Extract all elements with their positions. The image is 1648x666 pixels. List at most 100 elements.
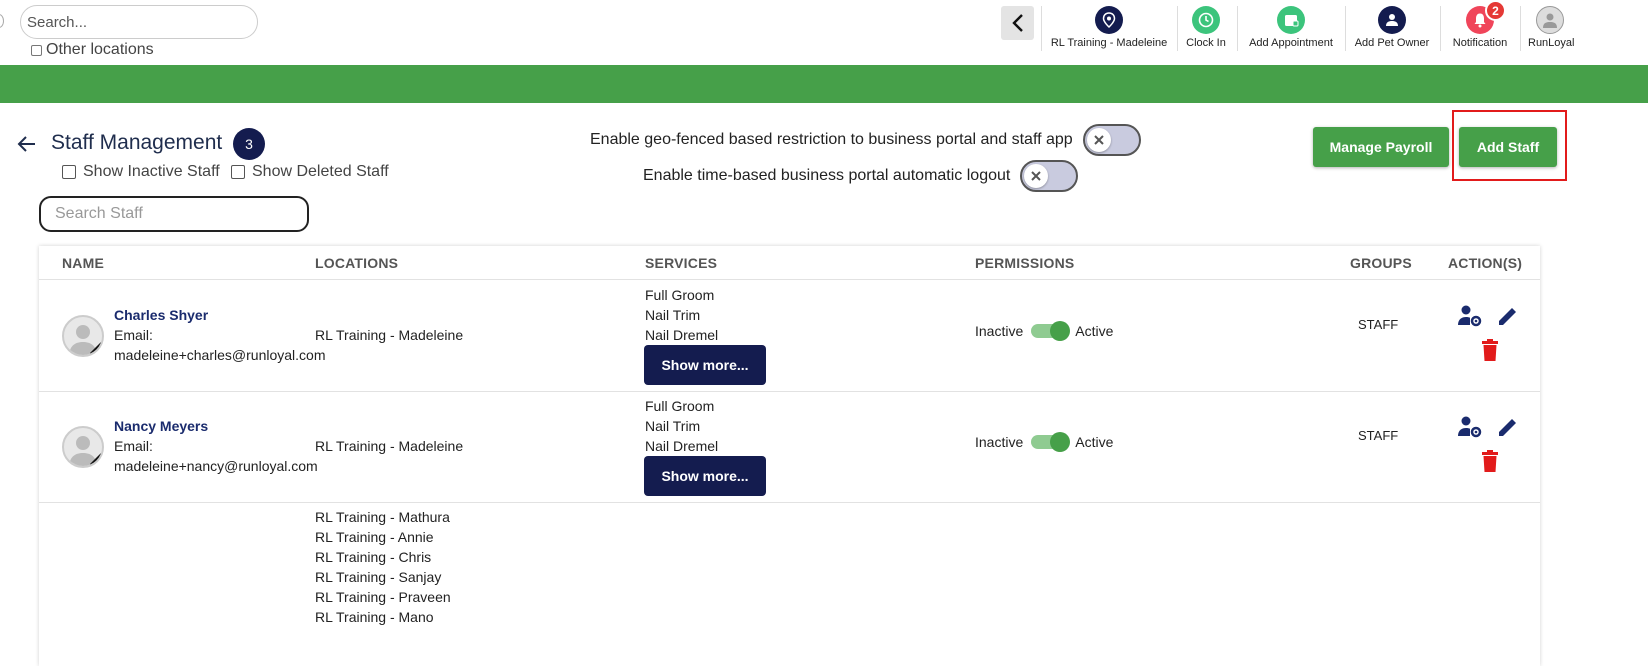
add-user-icon bbox=[1378, 6, 1406, 34]
active-toggle[interactable] bbox=[1031, 432, 1071, 452]
calendar-add-icon bbox=[1277, 6, 1305, 34]
nav-divider bbox=[1520, 6, 1521, 51]
row-divider bbox=[39, 391, 1540, 392]
show-more-button[interactable]: Show more... bbox=[644, 456, 766, 496]
col-header-actions: ACTION(S) bbox=[1448, 255, 1523, 271]
col-header-services: SERVICES bbox=[645, 255, 718, 271]
header-band bbox=[0, 65, 1648, 103]
show-deleted-checkbox[interactable]: Show Deleted Staff bbox=[231, 163, 389, 181]
row-divider bbox=[39, 502, 1540, 503]
inactive-label: Inactive bbox=[975, 434, 1024, 450]
show-deleted-label: Show Deleted Staff bbox=[252, 163, 389, 180]
service-item: Nail Trim bbox=[645, 418, 701, 434]
nav-divider bbox=[1041, 6, 1042, 51]
nav-notification[interactable]: 2 Notification bbox=[1448, 0, 1512, 52]
nav-add-appointment-label: Add Appointment bbox=[1249, 37, 1333, 49]
staff-count-badge: 3 bbox=[233, 128, 265, 160]
staff-email: madeleine+nancy@runloyal.com bbox=[114, 458, 318, 474]
active-label: Active bbox=[1075, 434, 1114, 450]
show-inactive-box[interactable] bbox=[62, 165, 76, 179]
status-toggle-group: Inactive Active bbox=[975, 432, 1114, 452]
nav-add-pet-owner-label: Add Pet Owner bbox=[1354, 37, 1430, 49]
inactive-label: Inactive bbox=[975, 323, 1024, 339]
staff-location: RL Training - Annie bbox=[315, 529, 434, 545]
other-locations-box[interactable] bbox=[31, 44, 42, 56]
status-toggle-group: Inactive Active bbox=[975, 321, 1114, 341]
nav-notification-label: Notification bbox=[1452, 37, 1508, 49]
service-item: Nail Dremel bbox=[645, 438, 719, 454]
nav-profile-label: RunLoyal bbox=[1528, 37, 1575, 49]
edit-pencil-icon[interactable] bbox=[1495, 414, 1521, 440]
location-pin-icon bbox=[1095, 6, 1123, 34]
staff-table: NAME LOCATIONS SERVICES PERMISSIONS GROU… bbox=[39, 246, 1540, 666]
staff-avatar bbox=[62, 315, 104, 357]
bell-icon: 2 bbox=[1466, 0, 1506, 34]
show-deleted-box[interactable] bbox=[231, 165, 245, 179]
staff-name-link[interactable]: Nancy Meyers bbox=[114, 416, 208, 436]
show-more-button[interactable]: Show more... bbox=[644, 345, 766, 385]
active-toggle[interactable] bbox=[1031, 321, 1071, 341]
staff-email-label: Email: bbox=[114, 438, 153, 454]
geo-fence-setting: Enable geo-fenced based restriction to b… bbox=[590, 124, 1141, 156]
sidebar-toggle[interactable] bbox=[0, 14, 4, 28]
staff-group: STAFF bbox=[1358, 428, 1399, 443]
staff-group: STAFF bbox=[1358, 317, 1399, 332]
notification-count-badge: 2 bbox=[1485, 0, 1506, 21]
avatar-icon bbox=[1536, 6, 1564, 34]
global-search-placeholder: Search... bbox=[27, 13, 88, 31]
manage-payroll-button[interactable]: Manage Payroll bbox=[1313, 127, 1449, 167]
global-search-input[interactable]: Search... bbox=[20, 5, 258, 39]
page-title: Staff Management bbox=[51, 131, 223, 154]
staff-location: RL Training - Mathura bbox=[315, 509, 450, 525]
close-icon bbox=[1024, 164, 1049, 188]
staff-location: RL Training - Madeleine bbox=[315, 438, 464, 454]
edit-pencil-icon[interactable] bbox=[1495, 303, 1521, 329]
geo-fence-label: Enable geo-fenced based restriction to b… bbox=[590, 131, 1073, 148]
auto-logout-toggle[interactable] bbox=[1020, 160, 1079, 192]
nav-add-pet-owner[interactable]: Add Pet Owner bbox=[1352, 6, 1432, 52]
staff-location: RL Training - Sanjay bbox=[315, 569, 442, 585]
staff-location: RL Training - Praveen bbox=[315, 589, 451, 605]
nav-location[interactable]: RL Training - Madeleine bbox=[1051, 6, 1167, 52]
trash-icon[interactable] bbox=[1477, 448, 1503, 474]
col-header-permissions: PERMISSIONS bbox=[975, 255, 1075, 271]
nav-profile[interactable]: RunLoyal bbox=[1528, 6, 1578, 52]
add-staff-highlight bbox=[1452, 110, 1567, 181]
header-divider bbox=[39, 279, 1540, 280]
show-inactive-label: Show Inactive Staff bbox=[83, 163, 220, 180]
staff-location: RL Training - Mano bbox=[315, 609, 434, 625]
close-icon bbox=[1086, 128, 1111, 152]
auto-logout-setting: Enable time-based business portal automa… bbox=[643, 160, 1079, 192]
other-locations-checkbox[interactable]: Other locations bbox=[31, 41, 154, 59]
nav-clock-in[interactable]: Clock In bbox=[1183, 6, 1229, 52]
nav-add-appointment[interactable]: Add Appointment bbox=[1245, 6, 1337, 52]
service-item: Full Groom bbox=[645, 287, 715, 303]
user-settings-icon[interactable] bbox=[1457, 303, 1483, 329]
nav-location-label: RL Training - Madeleine bbox=[1050, 37, 1168, 49]
show-inactive-checkbox[interactable]: Show Inactive Staff bbox=[62, 163, 220, 181]
nav-divider bbox=[1345, 6, 1346, 51]
active-label: Active bbox=[1075, 323, 1114, 339]
search-staff-placeholder: Search Staff bbox=[55, 205, 143, 222]
auto-logout-label: Enable time-based business portal automa… bbox=[643, 167, 1011, 184]
staff-location: RL Training - Madeleine bbox=[315, 327, 464, 343]
nav-clock-in-label: Clock In bbox=[1186, 37, 1226, 49]
staff-avatar bbox=[62, 426, 104, 468]
trash-icon[interactable] bbox=[1477, 337, 1503, 363]
staff-name-link[interactable]: Charles Shyer bbox=[114, 305, 208, 325]
chevron-left-icon bbox=[1011, 14, 1023, 32]
user-settings-icon[interactable] bbox=[1457, 414, 1483, 440]
col-header-locations: LOCATIONS bbox=[315, 255, 399, 271]
staff-location: RL Training - Chris bbox=[315, 549, 432, 565]
search-staff-input[interactable]: Search Staff bbox=[39, 196, 309, 232]
collapse-button[interactable] bbox=[1001, 6, 1034, 40]
geo-fence-toggle[interactable] bbox=[1082, 124, 1141, 156]
col-header-groups: GROUPS bbox=[1350, 255, 1412, 271]
col-header-name: NAME bbox=[62, 255, 105, 271]
staff-email: madeleine+charles@runloyal.com bbox=[114, 347, 326, 363]
service-item: Nail Dremel bbox=[645, 327, 719, 343]
clock-icon bbox=[1192, 6, 1220, 34]
nav-divider bbox=[1440, 6, 1441, 51]
back-arrow-icon[interactable] bbox=[16, 133, 38, 155]
nav-divider bbox=[1237, 6, 1238, 51]
